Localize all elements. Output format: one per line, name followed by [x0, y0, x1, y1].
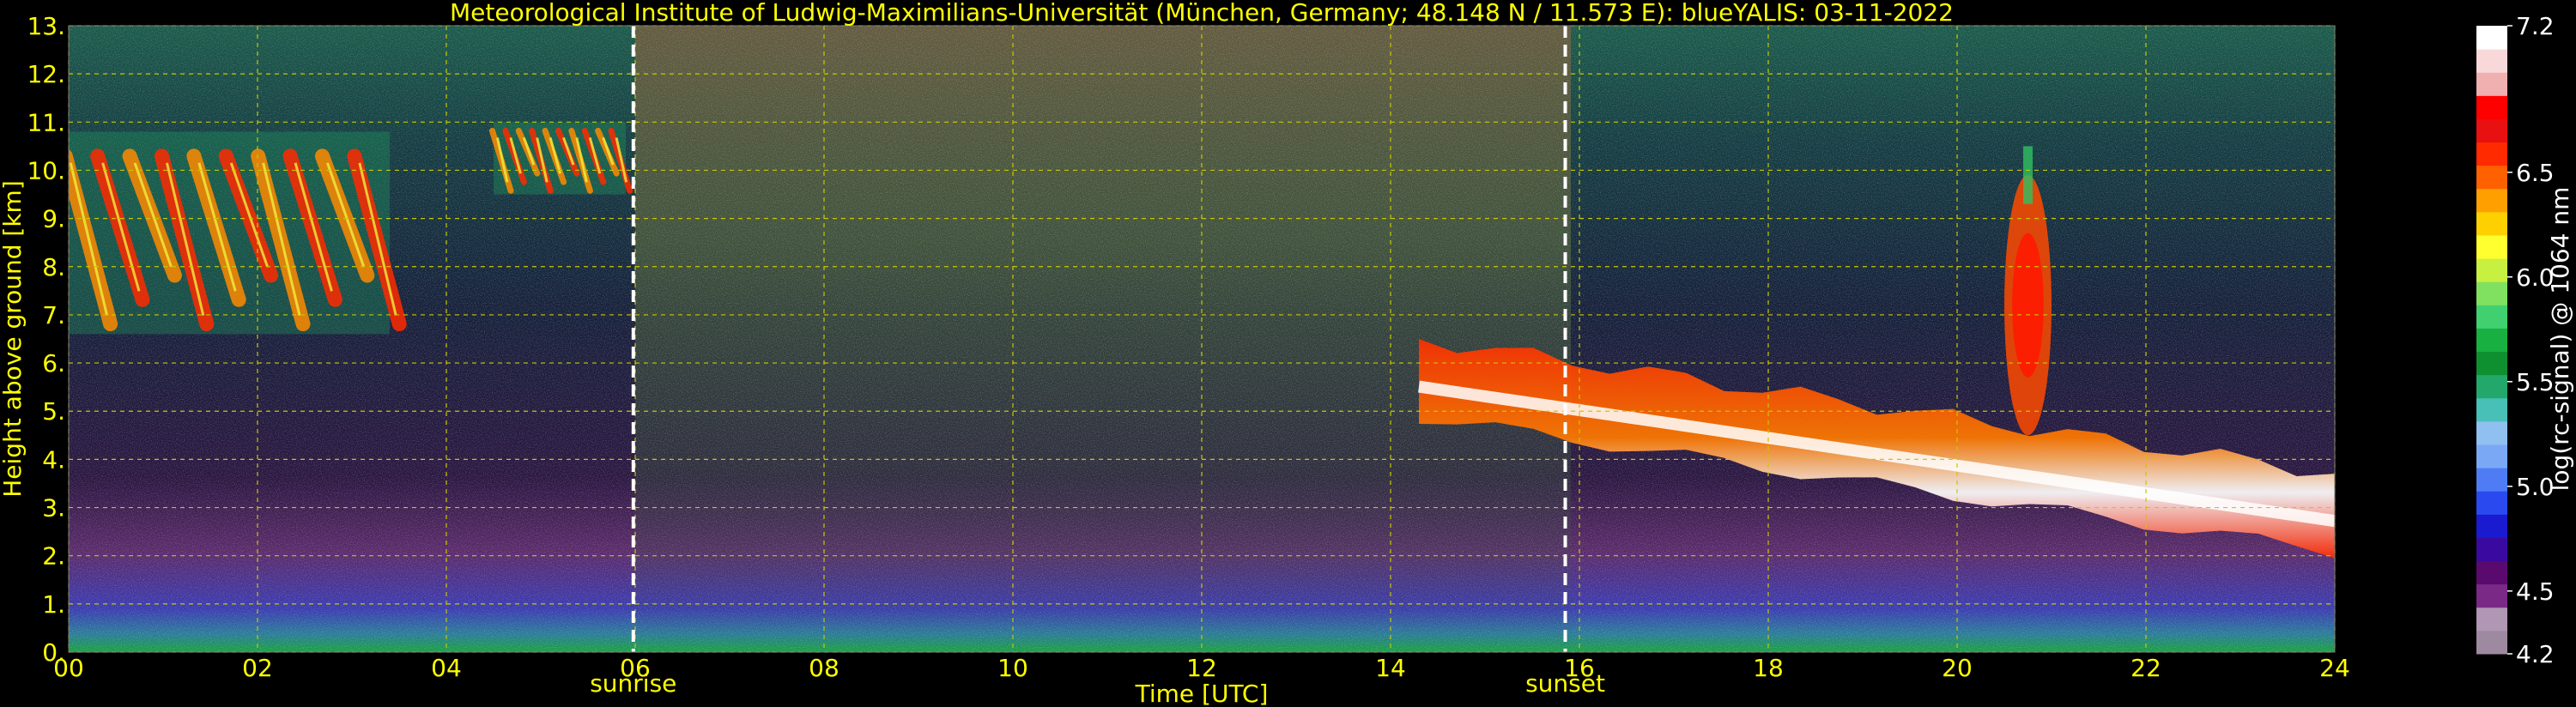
- chart-svg: sunrise sunset 00 02 04 06 08 10 12 14 16 18 20 22 24…: [0, 0, 2574, 707]
- y-tick-label: 12.: [27, 60, 65, 88]
- colorbar-segment: [2476, 420, 2507, 445]
- colorbar-tick-label: 4.5: [2516, 577, 2555, 606]
- plot-area: [69, 26, 2335, 652]
- x-tick-label: 12: [1186, 654, 1217, 682]
- x-tick-label: 08: [809, 654, 839, 682]
- y-tick-label: 9.: [42, 205, 65, 233]
- colorbar-tick-label: 7.2: [2516, 12, 2555, 40]
- colorbar: [2476, 26, 2507, 655]
- colorbar-tick-label: 4.2: [2516, 640, 2555, 668]
- y-tick-label: 5.: [42, 397, 65, 426]
- colorbar-segment: [2476, 235, 2507, 259]
- x-tick-label: 16: [1564, 654, 1595, 682]
- x-tick-label: 04: [431, 654, 462, 682]
- y-tick-label: 8.: [42, 253, 65, 281]
- x-tick-labels: 00 02 04 06 08 10 12 14 16 18 20 22 24: [53, 654, 2350, 682]
- y-tick-labels: 0. 1. 2. 3. 4. 5. 6. 7. 8. 9. 10. 11. 12. 13.: [27, 12, 65, 667]
- x-tick-label: 24: [2319, 654, 2350, 682]
- lidar-chart: sunrise sunset 00 02 04 06 08 10 12 14 16 18 20 22 24…: [0, 0, 2576, 707]
- colorbar-segment: [2476, 118, 2507, 143]
- colorbar-segment: [2476, 49, 2507, 73]
- colorbar-segment: [2476, 211, 2507, 236]
- y-tick-label: 4.: [42, 445, 65, 474]
- y-tick-label: 3.: [42, 494, 65, 523]
- y-tick-label: 13.: [27, 12, 65, 40]
- x-tick-label: 02: [242, 654, 273, 682]
- colorbar-segment: [2476, 142, 2507, 166]
- x-tick-label: 18: [1753, 654, 1784, 682]
- y-tick-label: 7.: [42, 301, 65, 329]
- cloud-feature: [488, 122, 633, 195]
- colorbar-label: log(rc-signal) @ 1064 nm: [2546, 187, 2574, 492]
- colorbar-segment: [2476, 630, 2507, 655]
- cloud-feature: [69, 131, 407, 335]
- colorbar-segment: [2476, 281, 2507, 305]
- x-tick-label: 10: [997, 654, 1028, 682]
- colorbar-segment: [2476, 351, 2507, 376]
- colorbar-segment: [2476, 537, 2507, 562]
- y-tick-label: 1.: [42, 590, 65, 619]
- colorbar-segment: [2476, 258, 2507, 282]
- colorbar-segment: [2476, 468, 2507, 492]
- colorbar-segment: [2476, 72, 2507, 96]
- colorbar-segment: [2476, 560, 2507, 585]
- y-tick-label: 6.: [42, 349, 65, 378]
- colorbar-segment: [2476, 328, 2507, 353]
- colorbar-segment: [2476, 26, 2507, 50]
- x-tick-label: 14: [1375, 654, 1406, 682]
- colorbar-segment: [2476, 397, 2507, 422]
- colorbar-segment: [2476, 444, 2507, 468]
- colorbar-segment: [2476, 514, 2507, 538]
- colorbar-segment: [2476, 95, 2507, 119]
- colorbar-segment: [2476, 165, 2507, 190]
- colorbar-segment: [2476, 607, 2507, 631]
- colorbar-segment: [2476, 305, 2507, 329]
- x-tick-label: 22: [2131, 654, 2161, 682]
- y-tick-label: 10.: [27, 156, 65, 184]
- colorbar-segment: [2476, 188, 2507, 213]
- y-tick-label: 0.: [42, 638, 65, 667]
- x-tick-label: 06: [620, 654, 651, 682]
- x-tick-label: 20: [1942, 654, 1973, 682]
- colorbar-segment: [2476, 491, 2507, 515]
- y-axis-label: Height above ground [km]: [0, 180, 27, 498]
- colorbar-segment: [2476, 374, 2507, 399]
- y-tick-label: 2.: [42, 542, 65, 571]
- y-tick-label: 11.: [27, 108, 65, 136]
- chart-title: Meteorological Institute of Ludwig-Maxim…: [450, 0, 1954, 27]
- x-axis-label: Time [UTC]: [1135, 680, 1269, 707]
- colorbar-tick-label: 6.5: [2516, 159, 2555, 187]
- colorbar-segment: [2476, 583, 2507, 608]
